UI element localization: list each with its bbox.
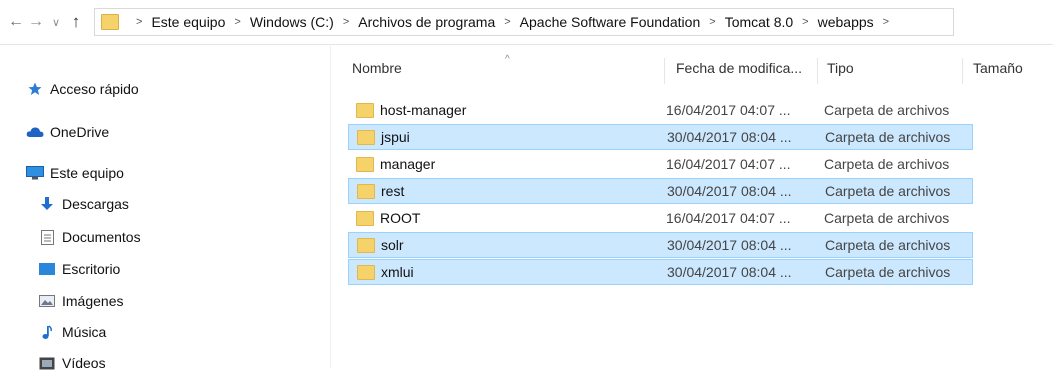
folder-icon: [101, 14, 119, 30]
nav-item-documents[interactable]: Documentos: [38, 229, 141, 245]
file-name: manager: [380, 156, 436, 172]
nav-item-pictures[interactable]: Imágenes: [38, 293, 123, 309]
file-date: 30/04/2017 08:04 ...: [667, 264, 792, 280]
file-type: Carpeta de archivos: [824, 210, 950, 226]
document-icon: [38, 229, 56, 245]
file-name: rest: [381, 183, 405, 199]
file-row[interactable]: host-manager 16/04/2017 04:07 ... Carpet…: [348, 98, 971, 122]
file-row[interactable]: jspui 30/04/2017 08:04 ... Carpeta de ar…: [348, 124, 973, 150]
file-type: Carpeta de archivos: [825, 183, 951, 199]
breadcrumb-item[interactable]: Este equipo: [151, 14, 225, 30]
file-row[interactable]: xmlui 30/04/2017 08:04 ... Carpeta de ar…: [348, 259, 973, 285]
nav-item-label: Música: [62, 324, 107, 340]
folder-icon: [356, 211, 374, 226]
file-type: Carpeta de archivos: [825, 237, 951, 253]
file-date: 30/04/2017 08:04 ...: [667, 237, 792, 253]
star-icon: [26, 82, 44, 96]
folder-icon: [357, 265, 375, 280]
chevron-down-icon[interactable]: ∨: [46, 11, 66, 33]
nav-item-quick-access[interactable]: Acceso rápido: [26, 81, 139, 97]
column-divider[interactable]: [962, 58, 963, 84]
nav-item-label: Vídeos: [62, 355, 106, 371]
chevron-right-icon[interactable]: >: [883, 16, 889, 28]
column-header-size[interactable]: Tamaño: [973, 60, 1023, 76]
chevron-right-icon[interactable]: >: [136, 16, 142, 28]
cloud-icon: [26, 125, 44, 139]
breadcrumb[interactable]: > Este equipo > Windows (C:) > Archivos …: [94, 8, 954, 36]
nav-item-label: Descargas: [62, 196, 129, 212]
column-divider[interactable]: [817, 58, 818, 84]
file-row[interactable]: manager 16/04/2017 04:07 ... Carpeta de …: [348, 152, 971, 176]
music-note-icon: [38, 324, 56, 339]
file-row[interactable]: ROOT 16/04/2017 04:07 ... Carpeta de arc…: [348, 206, 971, 230]
column-header-type[interactable]: Tipo: [827, 60, 854, 76]
file-type: Carpeta de archivos: [824, 156, 950, 172]
file-type: Carpeta de archivos: [825, 129, 951, 145]
folder-icon: [357, 130, 375, 145]
file-row[interactable]: rest 30/04/2017 08:04 ... Carpeta de arc…: [348, 178, 973, 204]
nav-item-label: Documentos: [62, 229, 141, 245]
file-date: 30/04/2017 08:04 ...: [667, 183, 792, 199]
breadcrumb-item[interactable]: Tomcat 8.0: [725, 14, 793, 30]
file-name: host-manager: [380, 102, 467, 118]
folder-icon: [356, 103, 374, 118]
desktop-icon: [38, 262, 56, 276]
nav-item-this-pc[interactable]: Este equipo: [26, 165, 124, 181]
nav-item-videos[interactable]: Vídeos: [38, 355, 106, 371]
folder-icon: [356, 157, 374, 172]
chevron-right-icon[interactable]: >: [709, 16, 715, 28]
breadcrumb-item[interactable]: Windows (C:): [250, 14, 334, 30]
file-type: Carpeta de archivos: [825, 264, 951, 280]
forward-arrow-icon[interactable]: →: [26, 11, 46, 33]
chevron-right-icon[interactable]: >: [343, 16, 349, 28]
file-row[interactable]: solr 30/04/2017 08:04 ... Carpeta de arc…: [348, 232, 973, 258]
folder-icon: [357, 238, 375, 253]
nav-item-onedrive[interactable]: OneDrive: [26, 124, 109, 140]
breadcrumb-item[interactable]: webapps: [818, 14, 874, 30]
chevron-right-icon[interactable]: >: [234, 16, 240, 28]
nav-item-downloads[interactable]: Descargas: [38, 196, 129, 212]
file-date: 16/04/2017 04:07 ...: [666, 210, 791, 226]
breadcrumb-item[interactable]: Archivos de programa: [358, 14, 495, 30]
download-icon: [38, 197, 56, 211]
address-bar: ← → ∨ ↑ > Este equipo > Windows (C:) > A…: [0, 0, 1053, 45]
nav-item-label: Acceso rápido: [50, 81, 139, 97]
file-type: Carpeta de archivos: [824, 102, 950, 118]
file-name: jspui: [381, 129, 410, 145]
file-date: 16/04/2017 04:07 ...: [666, 102, 791, 118]
file-name: solr: [381, 237, 404, 253]
nav-item-label: Este equipo: [50, 165, 124, 181]
column-header-date[interactable]: Fecha de modifica...: [676, 60, 802, 76]
sort-ascending-icon: ^: [505, 54, 510, 65]
monitor-icon: [26, 166, 44, 180]
chevron-right-icon[interactable]: >: [504, 16, 510, 28]
breadcrumb-item[interactable]: Apache Software Foundation: [520, 14, 701, 30]
nav-item-label: OneDrive: [50, 124, 110, 140]
nav-item-music[interactable]: Música: [38, 324, 106, 340]
folder-icon: [357, 184, 375, 199]
picture-icon: [38, 294, 56, 308]
back-arrow-icon[interactable]: ←: [6, 11, 26, 33]
column-divider[interactable]: [664, 58, 665, 84]
nav-item-label: Escritorio: [62, 261, 121, 277]
file-name: xmlui: [381, 264, 414, 280]
nav-item-desktop[interactable]: Escritorio: [38, 261, 120, 277]
chevron-right-icon[interactable]: >: [802, 16, 808, 28]
navigation-pane: Acceso rápido OneDrive Este equipo Desca…: [0, 44, 331, 371]
nav-item-label: Imágenes: [62, 293, 124, 309]
file-name: ROOT: [380, 210, 421, 226]
up-arrow-icon[interactable]: ↑: [66, 11, 86, 33]
column-header-name[interactable]: Nombre: [352, 60, 402, 76]
file-date: 16/04/2017 04:07 ...: [666, 156, 791, 172]
file-date: 30/04/2017 08:04 ...: [667, 129, 792, 145]
